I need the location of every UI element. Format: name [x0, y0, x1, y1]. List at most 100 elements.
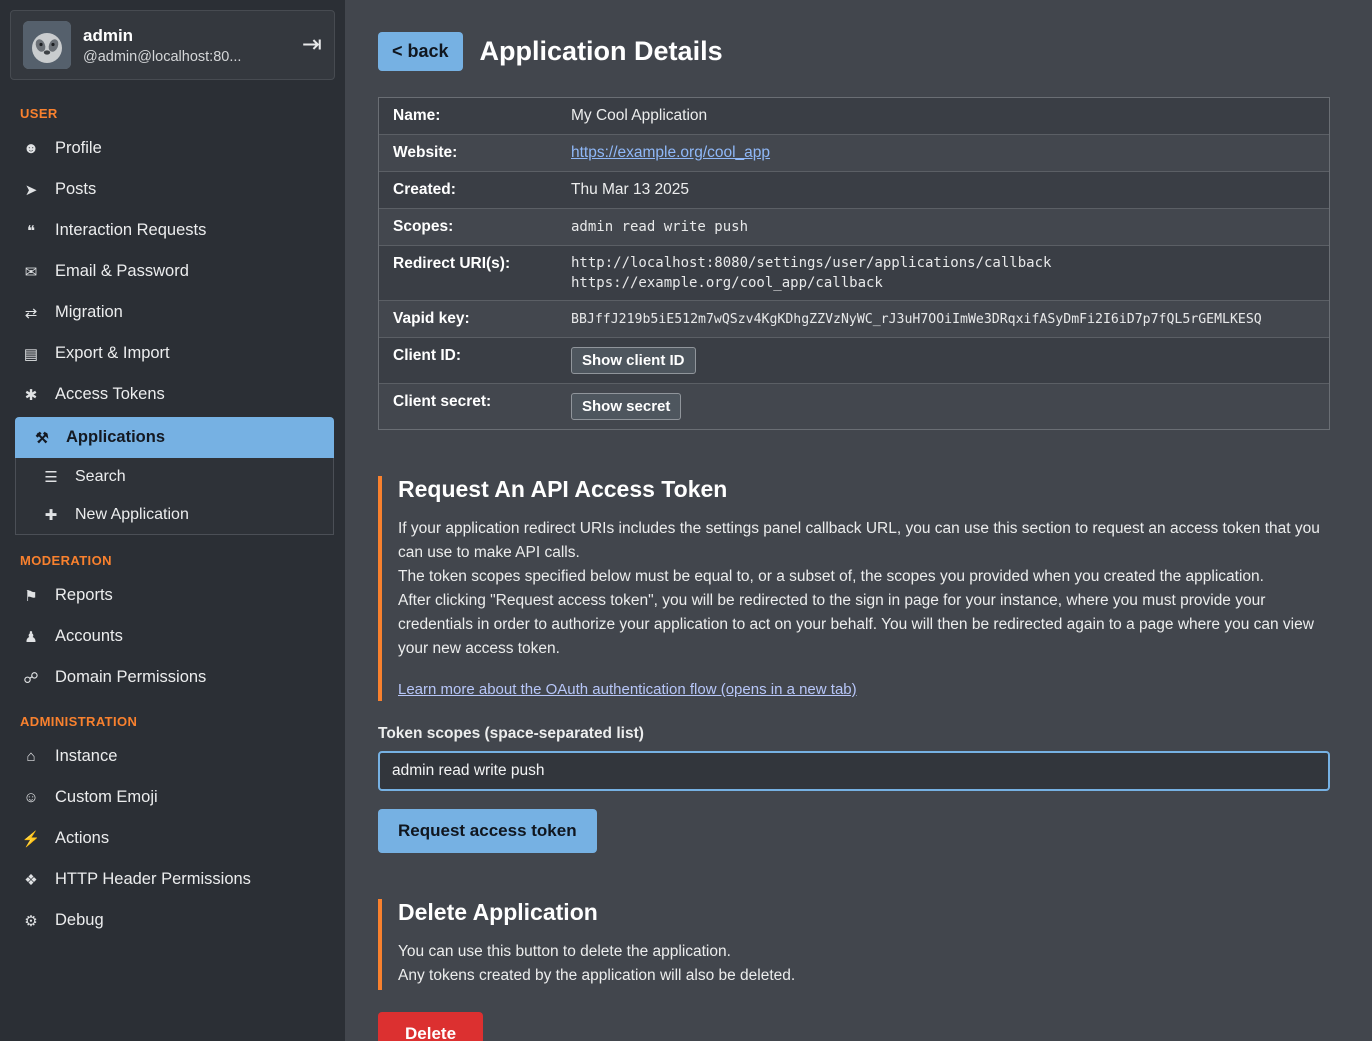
- show-secret-button[interactable]: Show secret: [571, 393, 681, 420]
- client-id-cell: Show client ID: [569, 338, 1329, 383]
- save-icon: ▤: [20, 345, 42, 363]
- redirect-uri-1: http://localhost:8080/settings/user/appl…: [571, 255, 1051, 271]
- sidebar-item-applications[interactable]: ⚒ Applications: [15, 417, 334, 458]
- sidebar-item-new-application[interactable]: ✚ New Application: [16, 496, 333, 534]
- sidebar-item-label: Profile: [55, 139, 102, 158]
- sidebar-item-accounts[interactable]: ♟ Accounts: [0, 616, 345, 657]
- sidebar-item-label: Export & Import: [55, 344, 170, 363]
- request-token-paragraph-3: After clicking "Request access token", y…: [398, 589, 1330, 661]
- sidebar-item-export-import[interactable]: ▤ Export & Import: [0, 333, 345, 374]
- table-row-redirect-uris: Redirect URI(s): http://localhost:8080/s…: [379, 246, 1329, 301]
- sidebar-item-label: Debug: [55, 911, 104, 930]
- section-label-administration: ADMINISTRATION: [0, 698, 345, 736]
- delete-application-title: Delete Application: [398, 899, 1330, 926]
- applications-nav-block: ⚒ Applications ☰ Search ✚ New Applicatio…: [15, 417, 334, 535]
- delete-application-button[interactable]: Delete: [378, 1012, 483, 1041]
- sitemap-icon: ⌂: [20, 748, 42, 765]
- sidebar-item-label: HTTP Header Permissions: [55, 870, 251, 889]
- sidebar-item-debug[interactable]: ⚙ Debug: [0, 900, 345, 941]
- sidebar-item-custom-emoji[interactable]: ☺ Custom Emoji: [0, 777, 345, 818]
- request-token-paragraph-1: If your application redirect URIs includ…: [398, 517, 1330, 565]
- request-access-token-button[interactable]: Request access token: [378, 809, 597, 853]
- sidebar-item-label: Custom Emoji: [55, 788, 158, 807]
- sidebar-item-instance[interactable]: ⌂ Instance: [0, 736, 345, 777]
- sidebar-item-label: Search: [75, 468, 126, 486]
- delete-application-section: Delete Application You can use this butt…: [378, 899, 1330, 990]
- table-row-client-secret: Client secret: Show secret: [379, 384, 1329, 429]
- sidebar-item-label: New Application: [75, 506, 189, 524]
- sloth-avatar-image: [23, 21, 71, 69]
- sidebar-item-posts[interactable]: ➤ Posts: [0, 169, 345, 210]
- envelope-icon: ✉: [20, 263, 42, 281]
- row-label: Client ID:: [379, 338, 569, 383]
- delete-info-line-2: Any tokens created by the application wi…: [398, 964, 1330, 988]
- row-label: Website:: [379, 135, 569, 171]
- sidebar-item-profile[interactable]: ☻ Profile: [0, 128, 345, 169]
- scopes-value: admin read write push: [569, 209, 1329, 245]
- sidebar-item-label: Domain Permissions: [55, 668, 206, 687]
- sidebar-item-domain-permissions[interactable]: ☍ Domain Permissions: [0, 657, 345, 698]
- wrench-icon: ⚒: [31, 429, 53, 447]
- row-label: Vapid key:: [379, 301, 569, 337]
- token-scopes-label: Token scopes (space-separated list): [378, 725, 1330, 743]
- row-label: Created:: [379, 172, 569, 208]
- plus-icon: ✚: [40, 506, 62, 524]
- flag-icon: ⚑: [20, 587, 42, 605]
- table-row-name: Name: My Cool Application: [379, 98, 1329, 135]
- sidebar-item-access-tokens[interactable]: ✱ Access Tokens: [0, 374, 345, 415]
- application-name-value: My Cool Application: [569, 98, 1329, 134]
- redirect-uri-2: https://example.org/cool_app/callback: [571, 275, 883, 291]
- sidebar-item-label: Reports: [55, 586, 113, 605]
- row-label: Redirect URI(s):: [379, 246, 569, 300]
- request-token-section: Request An API Access Token If your appl…: [378, 476, 1330, 701]
- list-icon: ☰: [40, 468, 62, 486]
- sidebar-item-email-password[interactable]: ✉ Email & Password: [0, 251, 345, 292]
- bolt-icon: ⚡: [20, 830, 42, 848]
- logout-icon[interactable]: ⇥: [302, 33, 322, 57]
- row-label: Scopes:: [379, 209, 569, 245]
- sidebar-item-label: Interaction Requests: [55, 221, 206, 240]
- user-meta: admin @admin@localhost:80...: [83, 26, 241, 65]
- client-secret-cell: Show secret: [569, 384, 1329, 429]
- redirect-uris-cell: http://localhost:8080/settings/user/appl…: [569, 246, 1329, 300]
- users-icon: ♟: [20, 628, 42, 646]
- avatar: [23, 21, 71, 69]
- sidebar-item-interaction-requests[interactable]: ❝ Interaction Requests: [0, 210, 345, 251]
- sidebar-item-label: Applications: [66, 428, 165, 447]
- created-value: Thu Mar 13 2025: [569, 172, 1329, 208]
- applications-submenu: ☰ Search ✚ New Application: [15, 458, 334, 535]
- main-content: < back Application Details Name: My Cool…: [345, 0, 1372, 1041]
- transfer-arrows-icon: ⇄: [20, 304, 42, 322]
- website-value-cell: https://example.org/cool_app: [569, 135, 1329, 171]
- oauth-docs-link[interactable]: Learn more about the OAuth authenticatio…: [398, 681, 857, 698]
- share-nodes-icon: ☍: [20, 669, 42, 687]
- user-name: admin: [83, 26, 241, 46]
- table-row-scopes: Scopes: admin read write push: [379, 209, 1329, 246]
- back-button[interactable]: < back: [378, 32, 463, 71]
- section-label-user: USER: [0, 90, 345, 128]
- page-header: < back Application Details: [378, 32, 1330, 71]
- sidebar-item-label: Actions: [55, 829, 109, 848]
- table-row-vapid-key: Vapid key: BBJffJ219b5iE512m7wQSzv4KgKDh…: [379, 301, 1329, 338]
- section-label-moderation: MODERATION: [0, 537, 345, 575]
- token-scopes-input[interactable]: [378, 751, 1330, 791]
- delete-info-line-1: You can use this button to delete the ap…: [398, 940, 1330, 964]
- user-handle: @admin@localhost:80...: [83, 49, 241, 65]
- sidebar-item-http-header-permissions[interactable]: ❖ HTTP Header Permissions: [0, 859, 345, 900]
- sidebar-item-label: Accounts: [55, 627, 123, 646]
- user-icon: ☻: [20, 140, 42, 157]
- page-title: Application Details: [480, 36, 723, 67]
- sidebar-item-reports[interactable]: ⚑ Reports: [0, 575, 345, 616]
- comments-icon: ❝: [20, 222, 42, 240]
- sidebar-item-label: Access Tokens: [55, 385, 165, 404]
- sidebar-item-applications-search[interactable]: ☰ Search: [16, 458, 333, 496]
- request-token-paragraph-2: The token scopes specified below must be…: [398, 565, 1330, 589]
- sidebar-item-actions[interactable]: ⚡ Actions: [0, 818, 345, 859]
- website-link[interactable]: https://example.org/cool_app: [571, 144, 770, 162]
- table-row-client-id: Client ID: Show client ID: [379, 338, 1329, 384]
- show-client-id-button[interactable]: Show client ID: [571, 347, 696, 374]
- row-label: Name:: [379, 98, 569, 134]
- sidebar-item-migration[interactable]: ⇄ Migration: [0, 292, 345, 333]
- token-icon: ✱: [20, 386, 42, 404]
- user-card[interactable]: admin @admin@localhost:80... ⇥: [10, 10, 335, 80]
